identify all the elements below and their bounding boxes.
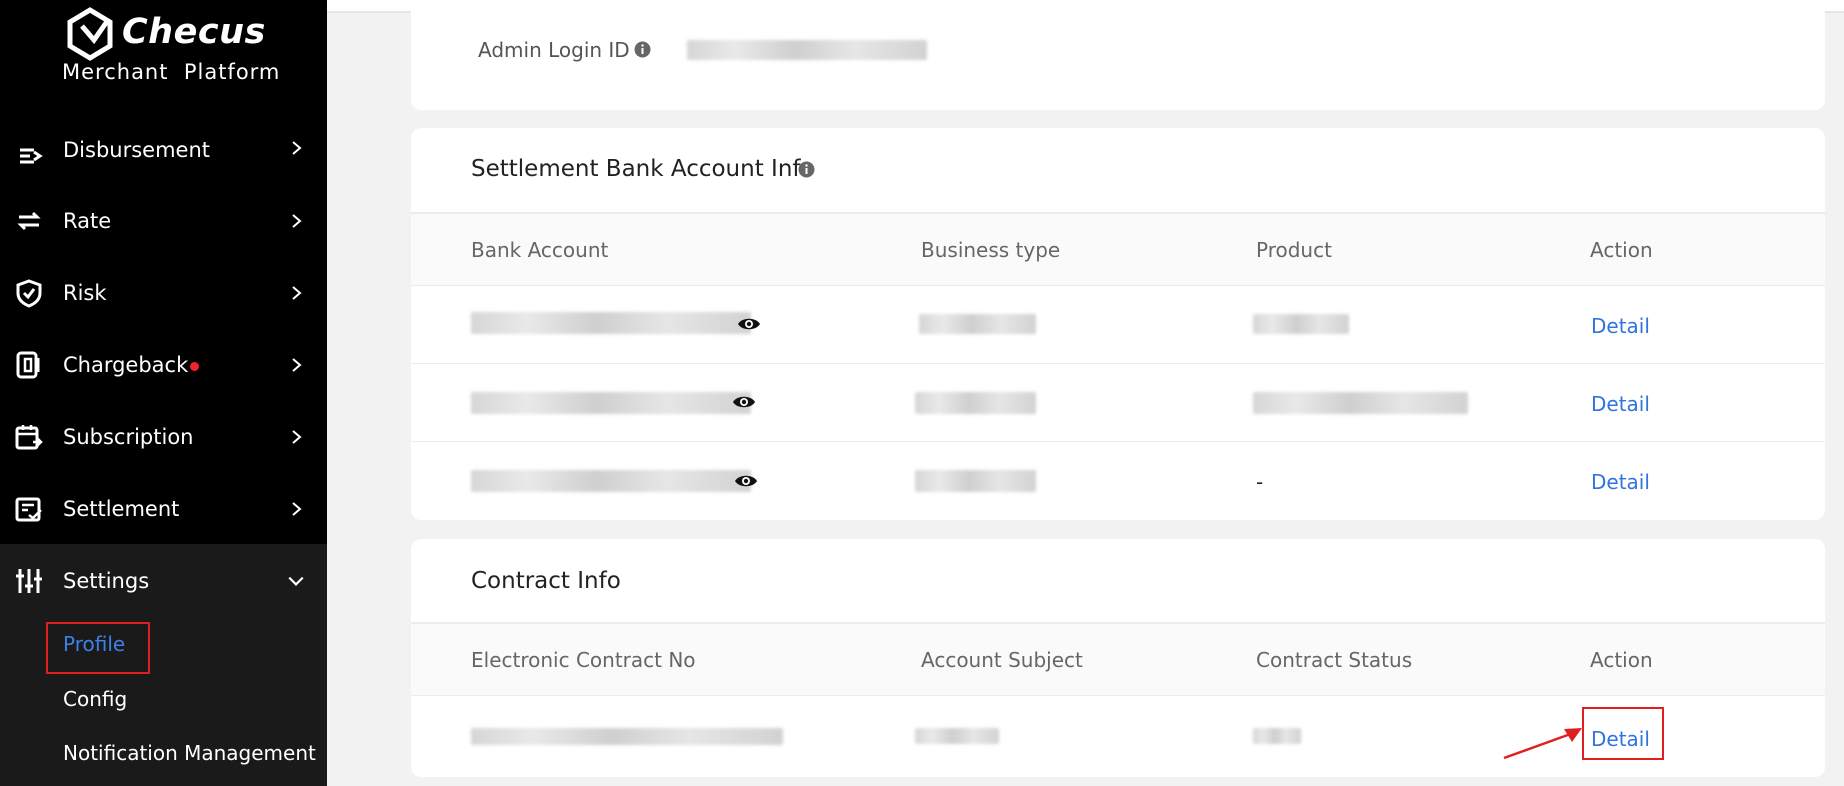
eye-icon[interactable] [737, 316, 761, 332]
detail-link[interactable]: Detail [1591, 470, 1650, 494]
redacted-contract-status [1253, 728, 1301, 744]
sidebar-item-subscription[interactable]: Subscription [0, 407, 327, 467]
highlight-box [1582, 707, 1664, 760]
settlement-card: Settlement Bank Account Info Bank Accoun… [411, 128, 1825, 520]
sidebar-item-risk[interactable]: Risk [0, 263, 327, 323]
chevron-right-icon [292, 430, 302, 444]
table-header: Electronic Contract No Account Subject C… [411, 622, 1825, 696]
disbursement-icon [20, 148, 43, 164]
annotation-arrow-icon [1503, 728, 1582, 760]
logo[interactable]: Checus Merchant Platform [60, 4, 280, 84]
contract-title: Contract Info [471, 568, 621, 594]
admin-login-label: Admin Login ID [478, 38, 630, 62]
redacted-bank-account [471, 470, 751, 492]
column-header: Action [1590, 238, 1653, 262]
chevron-down-icon [288, 576, 304, 586]
sidebar-item-settings[interactable]: Settings [0, 551, 327, 611]
chevron-right-icon [292, 141, 302, 155]
redacted-product [1253, 392, 1468, 414]
notification-dot [190, 362, 199, 371]
eye-icon[interactable] [734, 473, 758, 489]
sliders-icon [16, 569, 42, 593]
settlement-title: Settlement Bank Account Info [471, 156, 815, 182]
sidebar-item-rate[interactable]: Rate [0, 191, 327, 251]
redacted-value [687, 40, 927, 60]
table-row: Detail [411, 364, 1825, 442]
sidebar-subitem-notification-management[interactable]: Notification Management [63, 741, 316, 765]
chevron-right-icon [292, 358, 302, 372]
exchange-icon [17, 211, 41, 231]
detail-link[interactable]: Detail [1591, 314, 1650, 338]
sidebar-item-chargeback[interactable]: Chargeback [0, 335, 327, 395]
redacted-business-type [915, 470, 1036, 492]
brand-name: Checus [122, 12, 266, 52]
admin-card: Admin Login ID [411, 0, 1825, 110]
table-header: Bank Account Business type Product Actio… [411, 212, 1825, 286]
column-header: Contract Status [1256, 648, 1413, 672]
detail-link[interactable]: Detail [1591, 392, 1650, 416]
sidebar-item-label: Subscription [63, 425, 194, 449]
sidebar-item-label: Risk [63, 281, 107, 305]
table-row: - Detail [411, 442, 1825, 520]
info-icon[interactable] [798, 161, 815, 178]
table-row: Detail [411, 286, 1825, 364]
highlight-box [46, 622, 150, 674]
sidebar: Checus Merchant Platform Disbursement Ra… [0, 0, 327, 786]
checus-logo-icon [67, 7, 113, 61]
column-header: Electronic Contract No [471, 648, 696, 672]
column-header: Account Subject [921, 648, 1083, 672]
eye-icon[interactable] [732, 394, 756, 410]
redacted-business-type [919, 314, 1036, 334]
sidebar-item-disbursement[interactable]: Disbursement [0, 118, 327, 178]
chevron-right-icon [292, 502, 302, 516]
redacted-contract-no [471, 728, 783, 745]
sidebar-item-label: Settlement [63, 497, 180, 521]
column-header: Product [1256, 238, 1332, 262]
sidebar-item-label: Disbursement [63, 138, 210, 162]
column-header: Bank Account [471, 238, 609, 262]
redacted-business-type [915, 392, 1036, 414]
sidebar-item-label: Rate [63, 209, 112, 233]
sidebar-item-label: Settings [63, 569, 150, 593]
redacted-product [1253, 314, 1349, 334]
chevron-right-icon [292, 286, 302, 300]
info-icon[interactable] [634, 41, 651, 58]
shield-check-icon [16, 279, 42, 308]
redacted-bank-account [471, 392, 751, 414]
chevron-right-icon [292, 214, 302, 228]
receipt-check-icon [15, 497, 42, 522]
sidebar-item-settlement[interactable]: Settlement [0, 479, 327, 539]
redacted-bank-account [471, 312, 751, 334]
phone-card-icon [16, 351, 40, 379]
calendar-icon [15, 425, 43, 450]
redacted-account-subject [915, 728, 999, 744]
sidebar-subitem-config[interactable]: Config [63, 687, 127, 711]
column-header: Business type [921, 238, 1061, 262]
column-header: Action [1590, 648, 1653, 672]
brand-subtitle: Merchant Platform [62, 60, 281, 84]
sidebar-item-label: Chargeback [63, 353, 189, 377]
product-value: - [1256, 470, 1264, 494]
